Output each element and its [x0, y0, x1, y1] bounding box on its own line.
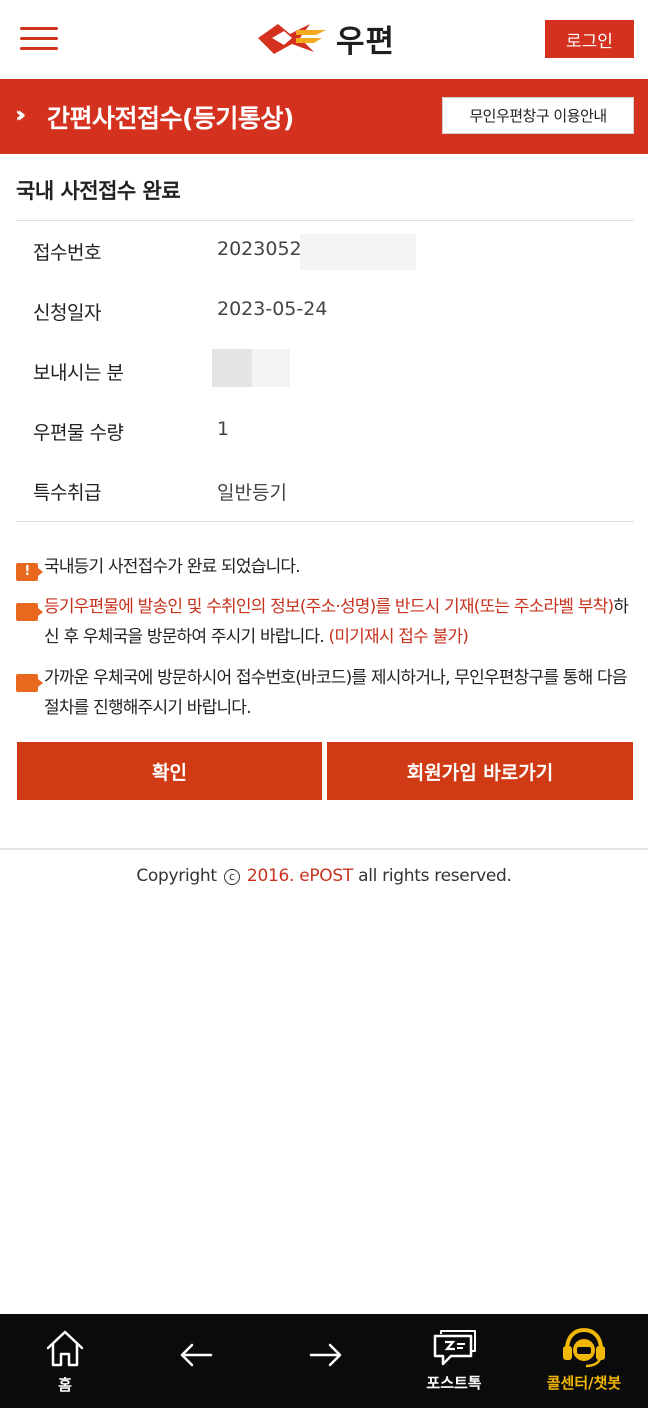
nav-posttalk[interactable]: 포스트톡: [417, 1314, 491, 1408]
divider: [16, 220, 634, 221]
info-row-special-handling: 특수취급 일반등기: [0, 474, 648, 504]
notice-text-red: (미기재시 접수 불가): [323, 627, 469, 647]
home-icon: [46, 1330, 84, 1367]
arrow-left-icon: [180, 1343, 213, 1367]
double-chevron-icon: ››: [15, 103, 26, 128]
signup-button[interactable]: 회원가입 바로가기: [327, 742, 633, 800]
nav-callcenter-chatbot[interactable]: 콜센터/챗봇: [539, 1314, 629, 1408]
masked-value: [212, 349, 252, 387]
hamburger-menu-icon[interactable]: [20, 27, 58, 51]
notice-address-info: ! 등기우편물에 발송인 및 수취인의 정보(주소·성명)를 반드시 기재(또는 …: [10, 592, 636, 652]
posttalk-chat-icon: [433, 1330, 476, 1366]
nav-home-label: 홈: [58, 1376, 72, 1394]
confirm-button[interactable]: 확인: [17, 742, 322, 800]
apply-date-value: 2023-05-24: [217, 298, 328, 320]
logo-text: 우편: [336, 23, 396, 60]
footer-divider: [0, 848, 648, 850]
info-label: 접수번호: [33, 242, 101, 264]
bottom-navigation: 홈 포스트톡 콜센터/챗봇: [0, 1314, 648, 1408]
warning-icon: !: [16, 563, 43, 581]
notice-visit-post-office: ! 가까운 우체국에 방문하시어 접수번호(바코드)를 제시하거나, 무인우편창구…: [10, 663, 636, 723]
special-handling-value: 일반등기: [217, 482, 287, 504]
masked-value: [252, 349, 290, 387]
info-row-quantity: 우편물 수량 1: [0, 414, 648, 444]
warning-icon: !: [10, 603, 43, 621]
copyright-year: 2016. ePOST: [246, 866, 353, 886]
headset-icon: [563, 1327, 605, 1368]
info-row-receipt-number: 접수번호 2023052: [0, 234, 648, 270]
section-title: 국내 사전접수 완료: [16, 179, 181, 203]
masked-value: [300, 234, 416, 270]
page-title: 간편사전접수(등기통상): [47, 104, 294, 133]
quantity-value: 1: [217, 418, 230, 440]
notice-complete: ! 국내등기 사전접수가 완료 되었습니다.: [16, 552, 636, 582]
post-logo-icon: [258, 24, 326, 54]
notice-text-red: 등기우편물에 발송인 및 수취인의 정보(주소·성명)를 반드시 기재(또는 주…: [44, 597, 614, 617]
notice-text: 국내등기 사전접수가 완료 되었습니다.: [44, 557, 301, 577]
copyright-label: Copyright: [136, 866, 217, 886]
warning-icon: !: [10, 674, 43, 692]
divider: [16, 521, 634, 522]
info-row-apply-date: 신청일자 2023-05-24: [0, 294, 648, 324]
epost-logo[interactable]: 우편: [256, 18, 396, 60]
unmanned-window-guide-button[interactable]: 무인우편창구 이용안내: [442, 97, 634, 134]
info-label: 보내시는 분: [33, 362, 124, 384]
nav-callcenter-label: 콜센터/챗봇: [546, 1374, 622, 1392]
receipt-number-value: 2023052: [217, 238, 302, 260]
copyright-rights: all rights reserved.: [358, 866, 512, 886]
info-row-sender: 보내시는 분: [0, 349, 648, 387]
copyright: Copyright c 2016. ePOST all rights reser…: [0, 866, 648, 886]
nav-posttalk-label: 포스트톡: [426, 1374, 482, 1392]
info-label: 신청일자: [33, 302, 101, 324]
notice-text: 가까운 우체국에 방문하시어 접수번호(바코드)를 제시하거나, 무인우편창구를…: [44, 668, 628, 718]
arrow-right-icon: [309, 1343, 342, 1367]
nav-back[interactable]: [174, 1314, 218, 1408]
nav-forward[interactable]: [304, 1314, 348, 1408]
nav-home[interactable]: 홈: [34, 1314, 96, 1408]
info-label: 우편물 수량: [33, 422, 124, 444]
top-header: 우편 로그인: [0, 0, 648, 78]
copyright-icon: c: [223, 869, 240, 885]
login-button[interactable]: 로그인: [545, 20, 634, 58]
info-label: 특수취급: [33, 482, 101, 504]
